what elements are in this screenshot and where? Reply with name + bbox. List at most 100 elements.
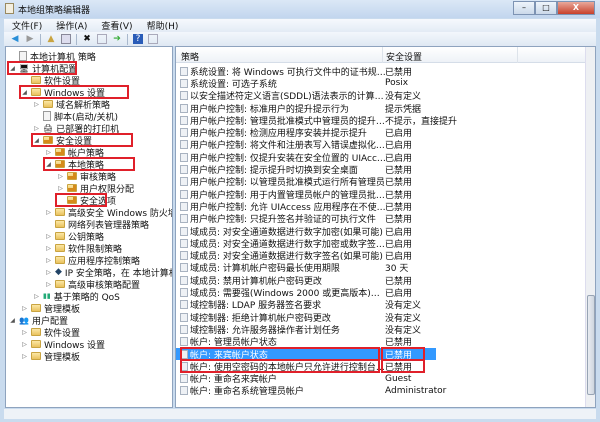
- policy-row[interactable]: 用户帐户控制: 以管理员批准模式运行所有管理员 已禁用: [176, 176, 587, 188]
- tree-node[interactable]: ◢ 本地策略: [45, 158, 104, 171]
- policy-row[interactable]: 以安全描述符定义语言(SDDL)语法表示的计算机访问限制没有定义: [176, 90, 587, 102]
- tree-node[interactable]: 安全选项: [57, 194, 116, 207]
- expand-arrow-icon[interactable]: ▷: [45, 257, 52, 264]
- scrollbar-thumb[interactable]: [587, 295, 595, 395]
- policy-row[interactable]: 系统设置: 可选子系统 Posix: [176, 77, 587, 90]
- tree-node[interactable]: ▷ ▮▮ 基于策略的 QoS: [33, 290, 120, 303]
- back-icon[interactable]: ◀: [10, 34, 20, 44]
- properties-icon[interactable]: [97, 34, 107, 44]
- policy-row[interactable]: 用户帐户控制: 只提升签名并验证的可执行文件 已禁用: [176, 213, 587, 225]
- tree-node[interactable]: ▷ 软件设置: [21, 326, 80, 339]
- up-icon[interactable]: ▲: [46, 34, 56, 44]
- secfolder-icon: [55, 160, 65, 168]
- policy-row[interactable]: 域成员: 对安全通道数据进行数字加密或数字签名(始终)已启用: [176, 237, 587, 250]
- collapse-arrow-icon[interactable]: ◢: [21, 89, 28, 96]
- export-icon[interactable]: ➔: [112, 34, 122, 44]
- tree-node[interactable]: ◢ 安全设置: [33, 134, 92, 147]
- policy-row[interactable]: 域成员: 计算机帐户密码最长使用期限 30 天: [176, 262, 587, 274]
- policy-row[interactable]: 用户帐户控制: 管理员批准模式中管理员的提升权限提示的...不提示，直接提升: [176, 114, 587, 127]
- expand-arrow-icon[interactable]: ▷: [45, 149, 52, 156]
- expand-arrow-icon[interactable]: ▷: [45, 233, 52, 240]
- policy-row[interactable]: 帐户: 来宾帐户状态 已禁用: [176, 347, 587, 361]
- column-header-policy[interactable]: 策略: [181, 50, 199, 63]
- tree-node[interactable]: ▷ 软件限制策略: [45, 242, 122, 255]
- tree-node[interactable]: ◢ 🖥 计算机配置: [9, 62, 77, 75]
- policy-row[interactable]: 用户帐户控制: 允许 UIAccess 应用程序在不使用安全桌面...已禁用: [176, 200, 587, 213]
- expand-arrow-icon[interactable]: ▷: [45, 209, 52, 216]
- expand-arrow-icon[interactable]: ▷: [45, 245, 52, 252]
- tree-node[interactable]: ▷ 应用程序控制策略: [45, 254, 140, 267]
- show-hide-tree-icon[interactable]: [61, 34, 71, 44]
- collapse-arrow-icon[interactable]: ◢: [9, 65, 16, 72]
- collapse-arrow-icon[interactable]: ◢: [33, 137, 40, 144]
- policy-row[interactable]: 域成员: 禁用计算机帐户密码更改 已禁用: [176, 274, 587, 287]
- close-button[interactable]: X: [557, 1, 595, 15]
- tree-node[interactable]: ▷ 公钥策略: [45, 230, 104, 243]
- column-header-setting[interactable]: 安全设置: [386, 50, 422, 63]
- policy-row[interactable]: 用户帐户控制: 将文件和注册表写入错误虚拟化到每用户位置已启用: [176, 139, 587, 151]
- tree-node[interactable]: 本地计算机 策略: [9, 50, 96, 63]
- tree-node[interactable]: ▷ 审核策略: [57, 170, 116, 183]
- policy-setting: 已启用: [385, 239, 413, 250]
- expand-arrow-icon[interactable]: ▷: [45, 281, 52, 288]
- policy-row[interactable]: 用户帐户控制: 标准用户的提升提示行为 提示凭据: [176, 102, 587, 115]
- tree-node[interactable]: ▷ ◆ IP 安全策略，在 本地计算机: [45, 266, 172, 279]
- maximize-button[interactable]: □: [535, 1, 557, 15]
- policy-row[interactable]: 域成员: 对安全通道数据进行数字签名(如果可能) 已启用: [176, 250, 587, 262]
- policy-row[interactable]: 域控制器: LDAP 服务器签名要求 没有定义: [176, 299, 587, 311]
- policy-name: 域成员: 计算机帐户密码最长使用期限: [190, 264, 340, 275]
- tree-node[interactable]: ▷ 高级安全 Windows 防火墙: [45, 206, 172, 219]
- policy-setting: 30 天: [385, 264, 409, 275]
- policy-row[interactable]: 域成员: 对安全通道数据进行数字加密(如果可能) 已启用: [176, 225, 587, 238]
- menu-view[interactable]: 查看(V): [101, 19, 132, 32]
- expand-arrow-icon[interactable]: ▷: [33, 125, 40, 132]
- delete-icon[interactable]: ✖: [82, 34, 92, 44]
- expand-arrow-icon[interactable]: ▷: [21, 329, 28, 336]
- policy-row[interactable]: 帐户: 使用空密码的本地帐户只允许进行控制台登录 已禁用: [176, 360, 587, 373]
- expand-arrow-icon[interactable]: ▷: [45, 269, 52, 276]
- view-icon[interactable]: [148, 34, 158, 44]
- policy-row[interactable]: 域控制器: 允许服务器操作者计划任务 没有定义: [176, 323, 587, 336]
- tree-node[interactable]: 脚本(启动/关机): [33, 110, 118, 123]
- expand-arrow-icon[interactable]: ▷: [57, 173, 64, 180]
- expand-arrow-icon[interactable]: ▷: [33, 101, 40, 108]
- menu-file[interactable]: 文件(F): [12, 19, 42, 32]
- tree-node[interactable]: ▷ 用户权限分配: [57, 182, 134, 195]
- help-icon[interactable]: ?: [133, 34, 143, 44]
- expand-arrow-icon[interactable]: ▷: [21, 341, 28, 348]
- expand-arrow-icon[interactable]: ▷: [21, 353, 28, 360]
- tree-node[interactable]: ▷ 域名解析策略: [33, 98, 110, 111]
- tree-node[interactable]: 网络列表管理器策略: [45, 218, 149, 231]
- tree-node[interactable]: ▷ 高级审核策略配置: [45, 278, 140, 291]
- policy-setting: 已禁用: [385, 190, 413, 201]
- policy-row[interactable]: 用户帐户控制: 用于内置管理员帐户的管理员批准模式 已禁用: [176, 188, 587, 201]
- tree-node[interactable]: ▷ Windows 设置: [21, 338, 105, 351]
- tree-node[interactable]: 软件设置: [21, 74, 80, 87]
- forward-icon[interactable]: ▶: [25, 34, 35, 44]
- tree-node[interactable]: ▷ 帐户策略: [45, 146, 104, 159]
- expand-arrow-icon[interactable]: ▷: [57, 185, 64, 192]
- tree-node[interactable]: ▷ 🖨 已部署的打印机: [33, 122, 119, 135]
- menu-action[interactable]: 操作(A): [56, 19, 87, 32]
- collapse-arrow-icon[interactable]: ◢: [9, 317, 16, 324]
- policy-row[interactable]: 帐户: 管理员帐户状态 已禁用: [176, 336, 587, 348]
- policy-row[interactable]: 域成员: 需要强(Windows 2000 或更高版本)会话密钥 已启用: [176, 286, 587, 299]
- policy-row[interactable]: 系统设置: 将 Windows 可执行文件中的证书规则用于软件...已禁用: [176, 65, 587, 78]
- menu-help[interactable]: 帮助(H): [147, 19, 179, 32]
- policy-row[interactable]: 帐户: 重命名来宾帐户 Guest: [176, 373, 587, 385]
- policy-row[interactable]: 帐户: 重命名系统管理员帐户 Administrator: [176, 385, 587, 397]
- tree-node[interactable]: ▷ 管理模板: [21, 302, 80, 315]
- collapse-arrow-icon[interactable]: ◢: [45, 161, 52, 168]
- policy-row[interactable]: 用户帐户控制: 检测应用程序安装并提示提升 已启用: [176, 127, 587, 139]
- policy-row[interactable]: 用户帐户控制: 提示提升时切换到安全桌面 已禁用: [176, 163, 587, 176]
- tree-node[interactable]: ◢ Windows 设置: [21, 86, 105, 99]
- minimize-button[interactable]: –: [513, 1, 535, 15]
- policy-row[interactable]: 域控制器: 拒绝计算机帐户密码更改 没有定义: [176, 311, 587, 324]
- expand-arrow-icon[interactable]: ▷: [33, 293, 40, 300]
- policy-row[interactable]: 用户帐户控制: 仅提升安装在安全位置的 UIAccess 应用程序已启用: [176, 151, 587, 164]
- folder-icon: [55, 208, 65, 216]
- expand-arrow-icon[interactable]: ▷: [21, 305, 28, 312]
- tree-node[interactable]: ▷ 管理模板: [21, 350, 80, 363]
- tree-node[interactable]: ◢ 👥 用户配置: [9, 314, 68, 327]
- doc-icon: [19, 51, 27, 61]
